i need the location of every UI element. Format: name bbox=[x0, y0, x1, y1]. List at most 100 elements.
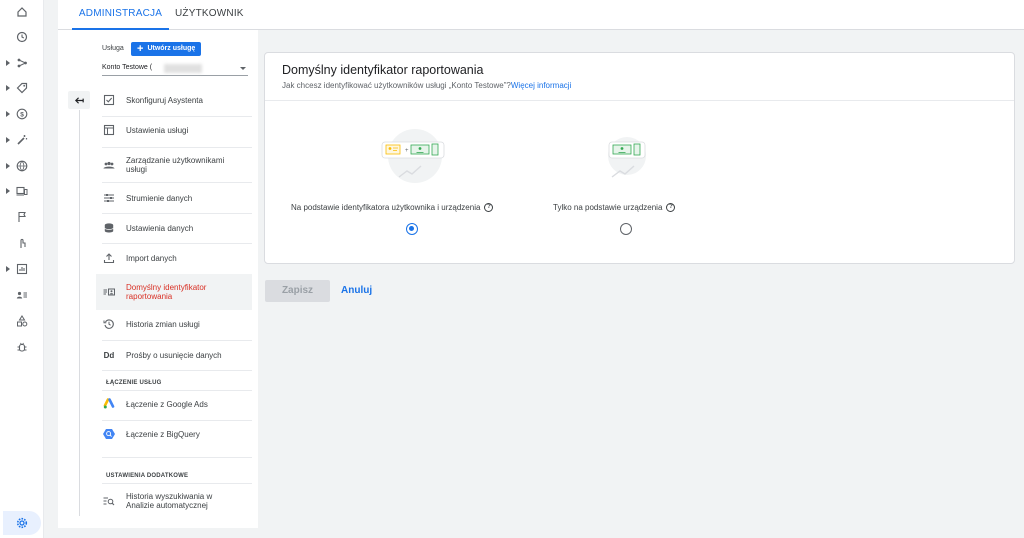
nav-item-label: Historia wyszukiwania w Analizie automat… bbox=[126, 492, 213, 510]
nav-item-asystent[interactable]: Skonfiguruj Asystenta bbox=[102, 92, 252, 108]
plus-icon: + bbox=[137, 43, 144, 55]
divider bbox=[102, 182, 252, 183]
back-button[interactable] bbox=[68, 91, 90, 109]
divider bbox=[102, 147, 252, 148]
option-label: Tylko na podstawie urządzenia bbox=[553, 203, 663, 212]
create-service-label: Utwórz usługę bbox=[147, 45, 196, 52]
nav-item-label: Import danych bbox=[126, 253, 177, 263]
touch-icon[interactable] bbox=[0, 232, 44, 254]
radio-device-only[interactable] bbox=[620, 223, 632, 235]
dd-icon: Dd bbox=[103, 350, 115, 360]
divider bbox=[102, 420, 252, 421]
arrow-back-icon bbox=[74, 96, 84, 104]
database-icon bbox=[102, 221, 116, 235]
tab-uzytkownik[interactable]: UŻYTKOWNIK bbox=[175, 0, 243, 30]
nav-item-bigquery[interactable]: Łączenie z BigQuery bbox=[102, 426, 252, 442]
checkbox-icon bbox=[102, 93, 116, 107]
cancel-button[interactable]: Anuluj bbox=[341, 280, 372, 302]
subtitle-text: Jak chcesz identyfikować użytkowników us… bbox=[282, 81, 511, 90]
divider bbox=[102, 370, 252, 371]
nav-item-label: Ustawienia danych bbox=[126, 223, 194, 233]
tag-icon[interactable] bbox=[0, 77, 44, 99]
nav-item-label: Łączenie z BigQuery bbox=[126, 429, 200, 439]
left-rail: $ bbox=[0, 0, 44, 538]
card-subtitle: Jak chcesz identyfikować użytkowników us… bbox=[282, 81, 571, 90]
property-settings-icon bbox=[102, 123, 116, 137]
clock-icon[interactable] bbox=[0, 26, 44, 48]
nav-item-label: Zarządzanie użytkownikami usługi bbox=[126, 156, 225, 174]
page-title: Domyślny identyfikator raportowania bbox=[282, 63, 484, 77]
chevron-down-icon bbox=[240, 67, 246, 70]
nav-item-ustawienia-danych[interactable]: Ustawienia danych bbox=[102, 220, 252, 236]
nav-item-label: Historia zmian usługi bbox=[126, 319, 200, 329]
svg-text:+: + bbox=[405, 148, 409, 154]
account-name: Konto Testowe ( bbox=[102, 64, 153, 71]
explore-icon[interactable] bbox=[0, 52, 44, 74]
device-only-illustration bbox=[608, 137, 646, 178]
divider bbox=[102, 340, 252, 341]
history-icon bbox=[102, 317, 116, 331]
divider bbox=[102, 116, 252, 117]
devices-icon[interactable] bbox=[0, 180, 44, 202]
upload-icon bbox=[102, 251, 116, 265]
create-service-button[interactable]: + Utwórz usługę bbox=[131, 42, 202, 56]
nav-item-label: Domyślny identyfikator raportowania bbox=[126, 283, 207, 301]
nav-item-strumienie[interactable]: Strumienie danych bbox=[102, 190, 252, 206]
option-device-only: Tylko na podstawie urządzenia ? bbox=[553, 203, 676, 212]
nav-item-label: Prośby o usunięcie danych bbox=[126, 350, 222, 360]
nav-item-historia-zmian[interactable]: Historia zmian usługi bbox=[102, 316, 252, 332]
admin-panel: Usługa + Utwórz usługę Konto Testowe ( S… bbox=[58, 30, 258, 528]
save-button[interactable]: Zapisz bbox=[265, 280, 330, 302]
settings-icon[interactable] bbox=[3, 511, 41, 535]
nav-item-prosby[interactable]: Dd Prośby o usunięcie danych bbox=[102, 347, 252, 363]
nav-item-zarzadzanie[interactable]: Zarządzanie użytkownikami usługi bbox=[102, 154, 252, 176]
reporting-identity-card: Domyślny identyfikator raportowania Jak … bbox=[264, 52, 1015, 264]
streams-icon bbox=[102, 191, 116, 205]
top-tabs: ADMINISTRACJA UŻYTKOWNIK bbox=[58, 0, 1024, 30]
flag-icon[interactable] bbox=[0, 206, 44, 228]
user-and-device-illustration: + bbox=[381, 129, 445, 183]
nav-item-label: Strumienie danych bbox=[126, 193, 193, 203]
wand-icon[interactable] bbox=[0, 129, 44, 151]
divider bbox=[265, 100, 1014, 101]
help-icon[interactable]: ? bbox=[666, 203, 676, 212]
nav-item-import[interactable]: Import danych bbox=[102, 250, 252, 266]
divider bbox=[102, 457, 252, 458]
divider bbox=[102, 213, 252, 214]
globe-icon[interactable] bbox=[0, 155, 44, 177]
nav-item-label: Ustawienia usługi bbox=[126, 125, 189, 135]
nav-item-domyslny-identyfikator[interactable]: Domyślny identyfikator raportowania bbox=[96, 274, 252, 310]
section-extra: USTAWIENIA DODATKOWE bbox=[106, 473, 189, 479]
reporting-id-icon bbox=[102, 285, 116, 299]
nav-item-historia-wyszukiwania[interactable]: Historia wyszukiwania w Analizie automat… bbox=[102, 490, 252, 512]
nav-item-ustawienia-uslugi[interactable]: Ustawienia usługi bbox=[102, 122, 252, 138]
divider bbox=[102, 243, 252, 244]
divider bbox=[102, 483, 252, 484]
learn-more-link[interactable]: Więcej informacji bbox=[511, 81, 571, 90]
bug-icon[interactable] bbox=[0, 336, 44, 358]
search-history-icon bbox=[102, 494, 116, 508]
dashboard-icon[interactable] bbox=[0, 258, 44, 280]
option-label: Na podstawie identyfikatora użytkownika … bbox=[291, 203, 481, 212]
section-linking: ŁĄCZENIE USŁUG bbox=[106, 380, 162, 386]
help-icon[interactable]: ? bbox=[484, 203, 494, 212]
nav-item-label: Łączenie z Google Ads bbox=[126, 399, 208, 409]
nav-item-google-ads[interactable]: Łączenie z Google Ads bbox=[102, 396, 252, 412]
radio-user-and-device[interactable] bbox=[406, 223, 418, 235]
google-ads-icon bbox=[102, 397, 116, 411]
person-list-icon[interactable] bbox=[0, 284, 44, 306]
redacted-id bbox=[164, 64, 202, 73]
people-icon bbox=[102, 158, 116, 172]
divider bbox=[102, 390, 252, 391]
panel-divider bbox=[79, 110, 80, 516]
bigquery-icon bbox=[102, 427, 116, 441]
svg-text:$: $ bbox=[20, 111, 24, 118]
tab-administracja[interactable]: ADMINISTRACJA bbox=[72, 0, 169, 30]
monetization-icon[interactable]: $ bbox=[0, 103, 44, 125]
account-selector[interactable]: Konto Testowe ( bbox=[102, 64, 248, 76]
nav-item-label: Skonfiguruj Asystenta bbox=[126, 95, 203, 105]
home-icon[interactable] bbox=[0, 1, 44, 23]
option-user-and-device: Na podstawie identyfikatora użytkownika … bbox=[291, 203, 494, 212]
shapes-icon[interactable] bbox=[0, 310, 44, 332]
service-label: Usługa bbox=[102, 45, 124, 52]
